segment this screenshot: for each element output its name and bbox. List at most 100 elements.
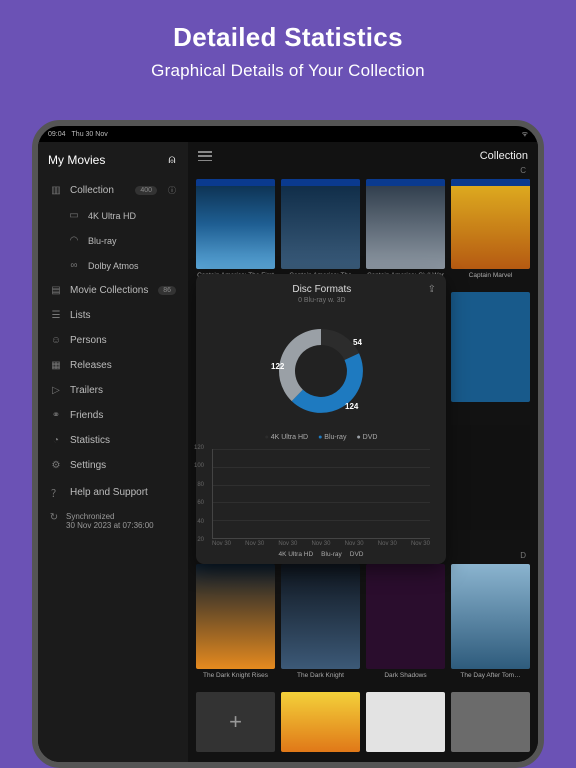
sidebar-item-4kuhd[interactable]: ▭ 4K Ultra HD [48, 204, 178, 227]
gear-icon: ⚙ [50, 460, 62, 471]
donut-legend: 4K Ultra HD Blu-ray DVD [206, 434, 436, 441]
trailers-icon: ▷ [50, 385, 62, 396]
poster-tile[interactable]: The Dark Knight [281, 564, 360, 688]
poster-tile[interactable]: Dark Shadows [366, 564, 445, 688]
legend-dvd: DVD [356, 434, 377, 441]
poster-grid: The Dark Knight Rises The Dark Knight Dark… [188, 560, 538, 688]
poster-tile[interactable]: The Day After Tom… [451, 564, 530, 688]
sidebar-item-persons[interactable]: ☺ Persons [48, 329, 178, 352]
legend-br: Blu-ray [318, 434, 346, 441]
legend-dvd: DVD [350, 551, 364, 558]
donut-value-br: 124 [345, 402, 359, 411]
share-icon[interactable]: ⇪ [428, 284, 436, 304]
promo-heading: Detailed Statistics Graphical Details of… [0, 0, 576, 81]
poster-grid: + [188, 688, 538, 752]
poster-caption: The Day After Tom… [460, 672, 520, 688]
person-icon: ☺ [50, 335, 62, 346]
page-title: Collection [480, 150, 528, 162]
count-badge: 86 [158, 286, 176, 295]
bluray-icon: ◠ [68, 235, 80, 246]
sidebar-item-help[interactable]: ？ Help and Support [48, 479, 178, 506]
sidebar-item-label: Dolby Atmos [88, 261, 139, 271]
section-letter-c: C [188, 166, 538, 175]
poster-grid: Captain America: The First AvengerCaptai… [188, 175, 538, 288]
sidebar-item-settings[interactable]: ⚙ Settings [48, 454, 178, 477]
collections-icon: ▤ [50, 285, 62, 296]
sidebar-item-label: Persons [70, 335, 107, 346]
sidebar-title: My Movies [48, 153, 105, 167]
sidebar-item-releases[interactable]: ▦ Releases [48, 354, 178, 377]
main-panel: Collection C Captain America: The First … [188, 142, 538, 762]
back-icon[interactable] [206, 284, 216, 304]
stats-subtitle: 0 Blu-ray w. 3D [216, 297, 428, 304]
poster-tile[interactable]: Captain Marvel [451, 179, 530, 288]
sidebar-item-statistics[interactable]: ◔ Statistics [48, 429, 178, 452]
sidebar-item-bluray[interactable]: ◠ Blu-ray [48, 229, 178, 252]
status-bar: 09:04 Thu 30 Nov ᯤ [38, 126, 538, 142]
status-date: Thu 30 Nov [72, 131, 108, 138]
tablet-frame: 09:04 Thu 30 Nov ᯤ My Movies ⍝ ▥ Collect… [32, 120, 544, 768]
poster-tile[interactable] [451, 425, 530, 549]
poster-tile[interactable] [281, 692, 360, 752]
sync-label: Synchronized [66, 512, 154, 521]
poster-tile[interactable]: Captain America: Civil War [366, 179, 445, 288]
sidebar-item-moviecollections[interactable]: ▤ Movie Collections 86 [48, 279, 178, 302]
sidebar-item-label: Collection [70, 185, 114, 196]
sidebar-item-label: Statistics [70, 435, 110, 446]
promo-subtitle: Graphical Details of Your Collection [0, 61, 576, 81]
lists-icon: ☰ [50, 310, 62, 321]
y-axis-labels: 12010080604020 [192, 445, 204, 543]
promo-title: Detailed Statistics [0, 22, 576, 53]
donut-value-uhd: 54 [353, 338, 362, 347]
calendar-icon: ▦ [50, 360, 62, 371]
poster-caption: Captain Marvel [469, 272, 513, 288]
poster-tile[interactable]: The Dark Knight Rises [196, 564, 275, 688]
wifi-icon: ᯤ [522, 130, 528, 139]
stats-title: Disc Formats [216, 284, 428, 295]
statistics-card: Disc Formats 0 Blu-ray w. 3D ⇪ 54 12 [196, 274, 446, 564]
menu-icon[interactable] [198, 151, 212, 161]
profile-icon[interactable]: ⍝ [166, 152, 178, 167]
sidebar-item-label: Releases [70, 360, 112, 371]
sidebar-item-friends[interactable]: ⚭ Friends [48, 404, 178, 427]
sync-icon: ↻ [48, 512, 60, 523]
dolby-icon: ∞ [68, 260, 80, 271]
sidebar-item-lists[interactable]: ☰ Lists [48, 304, 178, 327]
poster-tile[interactable]: Captain America: The Winter Soldier [281, 179, 360, 288]
status-time: 09:04 [48, 131, 66, 138]
legend-uhd: 4K Ultra HD [278, 551, 313, 558]
legend-uhd: 4K Ultra HD [265, 434, 309, 441]
legend-br: Blu-ray [321, 551, 342, 558]
poster-tile[interactable] [451, 692, 530, 752]
sidebar: My Movies ⍝ ▥ Collection 400 ⓘ ▭ 4K Ultr… [38, 142, 188, 762]
poster-tile[interactable] [451, 292, 530, 421]
main-header: Collection [188, 142, 538, 166]
line-chart [212, 449, 430, 539]
poster-caption: The Dark Knight [297, 672, 344, 688]
sidebar-item-dolby[interactable]: ∞ Dolby Atmos [48, 254, 178, 277]
sidebar-item-label: Trailers [70, 385, 103, 396]
sidebar-item-trailers[interactable]: ▷ Trailers [48, 379, 178, 402]
sidebar-item-label: Lists [70, 310, 91, 321]
add-button[interactable]: + [196, 692, 275, 752]
sidebar-item-collection[interactable]: ▥ Collection 400 ⓘ [48, 179, 178, 202]
help-icon: ？ [50, 485, 62, 500]
sync-status[interactable]: ↻ Synchronized 30 Nov 2023 at 07:36:00 [48, 512, 178, 530]
poster-caption: Dark Shadows [384, 672, 426, 688]
info-icon[interactable]: ⓘ [168, 185, 176, 196]
friends-icon: ⚭ [50, 410, 62, 421]
statistics-icon: ◔ [50, 435, 62, 446]
uhd-icon: ▭ [68, 210, 80, 221]
sync-time: 30 Nov 2023 at 07:36:00 [66, 521, 154, 530]
line-legend: 4K Ultra HD Blu-ray DVD [206, 551, 436, 558]
poster-tile[interactable] [366, 692, 445, 752]
sidebar-header: My Movies ⍝ [48, 152, 178, 167]
donut-chart: 54 124 122 [206, 316, 436, 426]
sidebar-item-label: Blu-ray [88, 236, 117, 246]
poster-caption: The Dark Knight Rises [203, 672, 268, 688]
x-axis-labels: Nov 30Nov 30Nov 30Nov 30Nov 30Nov 30Nov … [212, 541, 430, 547]
poster-tile[interactable]: Captain America: The First Avenger [196, 179, 275, 288]
sidebar-item-label: 4K Ultra HD [88, 211, 136, 221]
app-root: My Movies ⍝ ▥ Collection 400 ⓘ ▭ 4K Ultr… [38, 142, 538, 762]
sidebar-item-label: Settings [70, 460, 106, 471]
